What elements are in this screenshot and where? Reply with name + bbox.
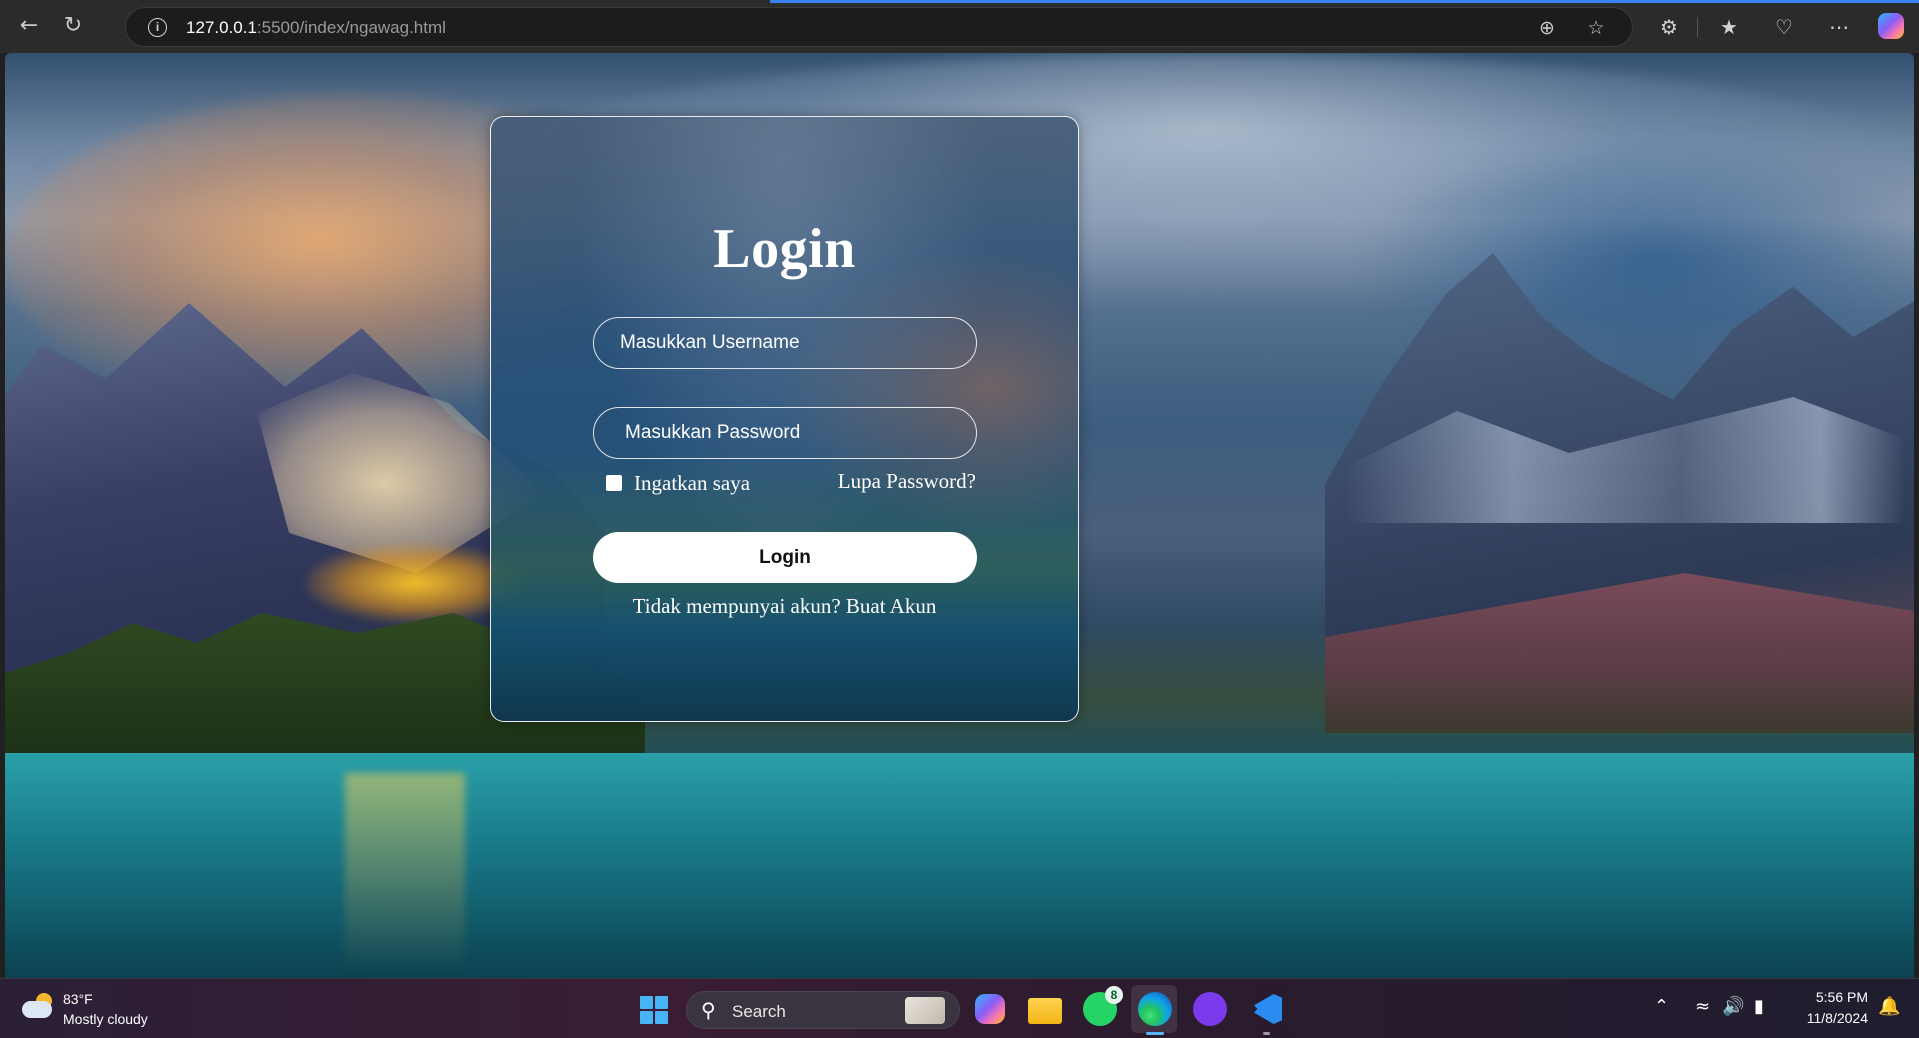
windows-logo-tile xyxy=(640,996,653,1009)
address-bar[interactable]: i 127.0.0.1:5500/index/ngawag.html ⊕ ☆ xyxy=(125,7,1633,47)
login-card: Login Ingatkan saya Lupa Password? Login… xyxy=(490,116,1079,722)
vscode-running-indicator xyxy=(1263,1032,1270,1035)
favorites-icon[interactable]: ★ xyxy=(1714,12,1744,42)
edge-active-indicator xyxy=(1146,1032,1164,1035)
volume-icon[interactable]: 🔊 xyxy=(1722,996,1744,1017)
copilot-icon[interactable] xyxy=(1878,13,1904,39)
forgot-password-link[interactable]: Lupa Password? xyxy=(838,469,976,494)
login-title: Login xyxy=(713,218,856,280)
cloud-icon xyxy=(22,1001,52,1018)
clock-time[interactable]: 5:56 PM xyxy=(1810,989,1868,1005)
password-input[interactable] xyxy=(593,407,977,459)
notification-bell-icon[interactable]: 🔔 xyxy=(1878,996,1900,1017)
login-button[interactable]: Login xyxy=(593,532,977,583)
clock-date[interactable]: 11/8/2024 xyxy=(1796,1010,1868,1026)
browser-toolbar: ← ↻ i 127.0.0.1:5500/index/ngawag.html ⊕… xyxy=(0,0,1919,53)
toolbar-divider xyxy=(1697,17,1698,37)
weather-temperature[interactable]: 83°F xyxy=(63,991,93,1007)
remember-checkbox[interactable] xyxy=(606,475,622,491)
whatsapp-badge: 8 xyxy=(1105,986,1123,1004)
wifi-icon[interactable]: ≈ xyxy=(1695,996,1710,1017)
more-icon[interactable]: ⋯ xyxy=(1824,12,1854,42)
heart-pulse-icon[interactable]: ♡ xyxy=(1769,12,1799,42)
star-icon[interactable]: ☆ xyxy=(1583,15,1609,41)
zoom-icon[interactable]: ⊕ xyxy=(1534,15,1560,41)
windows-logo-tile xyxy=(655,996,668,1009)
username-input[interactable] xyxy=(593,317,977,369)
search-icon: ⚲ xyxy=(701,998,716,1022)
search-highlight-image xyxy=(905,997,945,1024)
chevron-up-icon[interactable]: ⌃ xyxy=(1654,996,1669,1017)
file-explorer-icon[interactable] xyxy=(1028,998,1062,1024)
puzzle-icon[interactable]: ⚙ xyxy=(1654,12,1684,42)
info-icon[interactable]: i xyxy=(148,18,167,37)
remember-label: Ingatkan saya xyxy=(634,470,751,495)
url-text[interactable]: 127.0.0.1:5500/index/ngawag.html xyxy=(186,18,446,38)
weather-condition[interactable]: Mostly cloudy xyxy=(63,1011,148,1027)
signup-prompt: Tidak mempunyai akun? Buat Akun xyxy=(491,594,1078,619)
github-icon[interactable] xyxy=(1193,992,1227,1026)
remember-me[interactable]: Ingatkan saya xyxy=(606,470,750,496)
battery-icon[interactable]: ▮ xyxy=(1754,996,1764,1017)
vscode-icon[interactable] xyxy=(1250,992,1284,1026)
loading-bar xyxy=(770,0,1919,3)
background-lake xyxy=(5,753,1914,978)
windows-start-icon[interactable] xyxy=(640,996,668,1024)
taskbar-search[interactable]: ⚲ Search xyxy=(686,991,960,1029)
copilot-app-icon[interactable] xyxy=(975,994,1005,1024)
weather-cloudy-icon[interactable] xyxy=(22,993,56,1021)
search-label: Search xyxy=(732,1002,786,1021)
windows-logo-tile xyxy=(640,1011,653,1024)
signup-prefix: Tidak mempunyai akun? xyxy=(632,594,841,618)
whatsapp-icon[interactable]: 8 xyxy=(1083,986,1123,1026)
refresh-icon[interactable]: ↻ xyxy=(58,11,88,41)
windows-logo-tile xyxy=(655,1011,668,1024)
back-icon[interactable]: ← xyxy=(14,11,44,41)
edge-browser-icon[interactable] xyxy=(1138,992,1172,1026)
background-reflection xyxy=(345,773,465,973)
page-viewport: Login Ingatkan saya Lupa Password? Login… xyxy=(5,53,1914,978)
taskbar: 83°F Mostly cloudy ⚲ Search 8 ⌃ ≈ 🔊 ▮ 5:… xyxy=(0,978,1919,1038)
create-account-link[interactable]: Buat Akun xyxy=(846,594,936,618)
